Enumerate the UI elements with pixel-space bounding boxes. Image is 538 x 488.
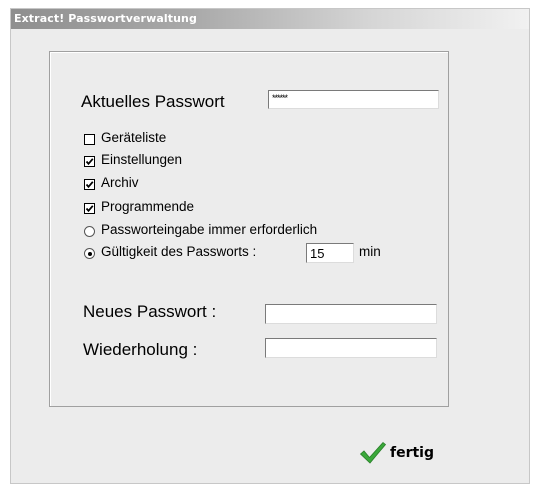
title-bar[interactable]: Extract! Passwortverwaltung [11,9,529,29]
checkbox-einstellungen[interactable] [84,156,95,167]
new-password-input[interactable] [266,305,436,323]
done-button-label: fertig [390,445,435,461]
checkbox-programmende[interactable] [84,203,95,214]
repeat-password-input[interactable] [266,339,436,357]
checkbox-archiv[interactable] [84,179,95,190]
current-password-label: Aktuelles Passwort [81,92,225,111]
checkmark-icon [359,441,387,464]
checkmark-icon [85,158,94,166]
done-button[interactable]: fertig [359,439,434,467]
window-title: Extract! Passwortverwaltung [14,12,197,25]
radio-always[interactable] [84,226,95,237]
new-password-label: Neues Passwort : [83,302,217,321]
checkbox-geraeteliste-label: Geräteliste [101,130,167,145]
validity-unit-label: min [359,244,381,259]
radio-validity[interactable] [84,248,95,259]
repeat-password-field[interactable] [265,338,437,358]
checkmark-icon [85,205,94,213]
repeat-password-label: Wiederholung : [83,340,198,359]
current-password-field[interactable]: ****** [268,90,439,109]
checkbox-einstellungen-label: Einstellungen [101,152,183,167]
radio-always-label: Passworteingabe immer erforderlich [101,222,318,237]
validity-minutes-field[interactable] [306,243,354,263]
current-password-value: ****** [272,93,288,103]
checkbox-archiv-label: Archiv [101,175,139,190]
radio-validity-label: Gültigkeit des Passworts : [101,244,257,259]
radio-selected-dot [87,251,92,256]
checkbox-programmende-label: Programmende [101,199,195,214]
checkbox-geraeteliste[interactable] [84,134,95,145]
checkmark-icon [85,181,94,189]
validity-minutes-input[interactable] [307,244,353,262]
new-password-field[interactable] [265,304,437,324]
